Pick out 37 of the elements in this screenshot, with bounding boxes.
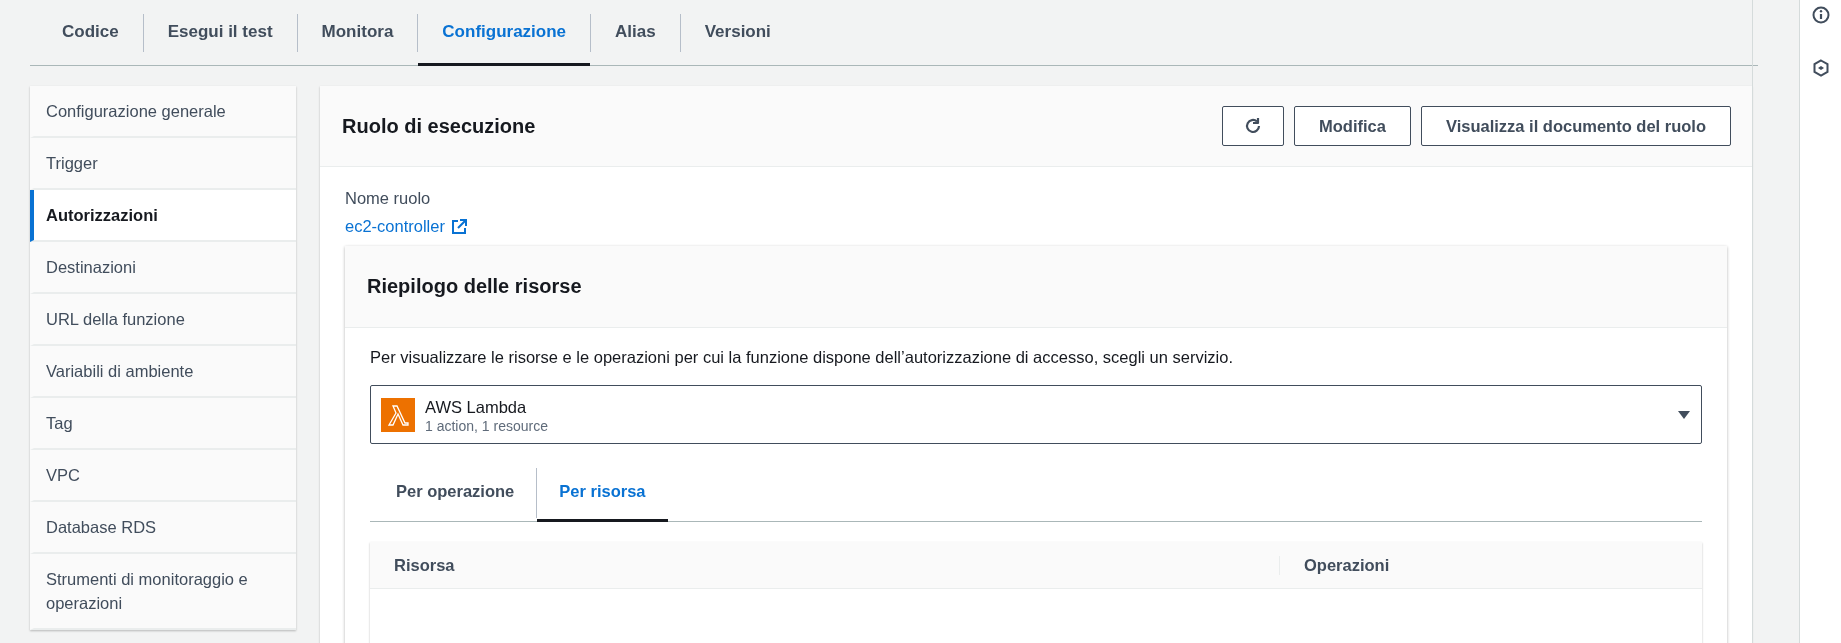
service-name: AWS Lambda [425, 396, 528, 418]
panel-title: Ruolo di esecuzione [342, 114, 536, 138]
description-text: Per visualizzare le risorse e le operazioni per cui la funzione dispone dell’autorizzazione di accesso, scegli un servizio. [370, 347, 1235, 368]
service-select[interactable]: AWS Lambda 1 action, 1 resource [370, 385, 1702, 444]
sidebar-item[interactable]: Tag [30, 398, 296, 450]
tab[interactable]: Versioni [680, 0, 795, 66]
info-icon[interactable] [1811, 6, 1830, 24]
sidebar-item[interactable]: URL della funzione [30, 294, 296, 346]
tab[interactable]: Per risorsa [537, 464, 668, 522]
sidebar-item[interactable]: Strumenti di monitoraggio e operazioni [30, 554, 296, 630]
tab[interactable]: Codice [38, 0, 143, 66]
action-button[interactable]: Visualizza il documento del ruolo [1420, 106, 1731, 146]
sidebar-item[interactable]: Destinazioni [30, 242, 296, 294]
action-button[interactable]: Modifica [1294, 106, 1411, 146]
hexagon-icon[interactable] [1811, 59, 1830, 77]
sidebar-item[interactable]: VPC [30, 450, 296, 502]
lambda-icon [381, 397, 415, 432]
tab[interactable]: Per operazione [374, 464, 537, 522]
sidebar-item[interactable]: Trigger [30, 138, 296, 190]
caret-icon [1677, 409, 1691, 420]
field-label: Nome ruolo [345, 188, 432, 209]
column-header: Operazioni [1303, 555, 1390, 575]
role-link[interactable]: ec2-controller [345, 217, 467, 236]
refresh-button[interactable] [1222, 106, 1284, 146]
tab[interactable]: Monitora [297, 0, 418, 66]
column-header: Risorsa [370, 555, 1280, 575]
card-title: Riepilogo delle risorse [367, 275, 582, 298]
external-link-icon [450, 218, 467, 235]
tab[interactable]: Alias [591, 0, 680, 66]
sidebar-item[interactable]: Variabili di ambiente [30, 346, 296, 398]
refresh-icon [1243, 116, 1263, 136]
sidebar-item[interactable]: Database RDS [30, 502, 296, 554]
service-detail: 1 action, 1 resource [425, 417, 549, 434]
tab[interactable]: Esegui il test [143, 0, 297, 66]
tab[interactable]: Configurazione [418, 0, 591, 66]
sidebar-item[interactable]: Configurazione generale [30, 86, 296, 138]
sidebar-item[interactable]: Autorizzazioni [30, 190, 296, 242]
